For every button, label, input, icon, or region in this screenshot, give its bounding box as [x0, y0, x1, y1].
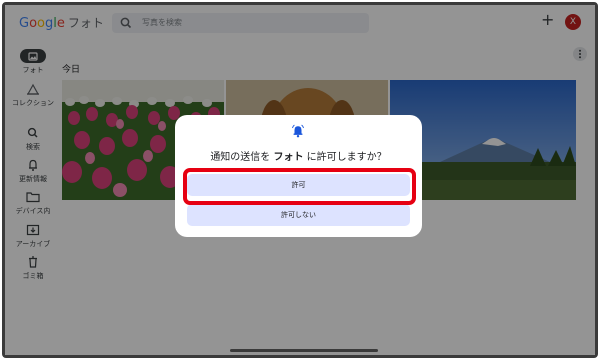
notification-bell-icon: [292, 124, 304, 138]
dialog-title: 通知の送信を フォト に許可しますか？: [175, 148, 422, 163]
dialog-title-app: フォト: [273, 152, 304, 163]
dialog-title-suffix: に許可しますか？: [303, 152, 387, 163]
allow-button-highlight: [183, 168, 416, 205]
deny-button[interactable]: 許可しない: [187, 204, 410, 226]
dialog-title-prefix: 通知の送信を: [210, 152, 274, 163]
home-indicator[interactable]: [230, 349, 378, 352]
